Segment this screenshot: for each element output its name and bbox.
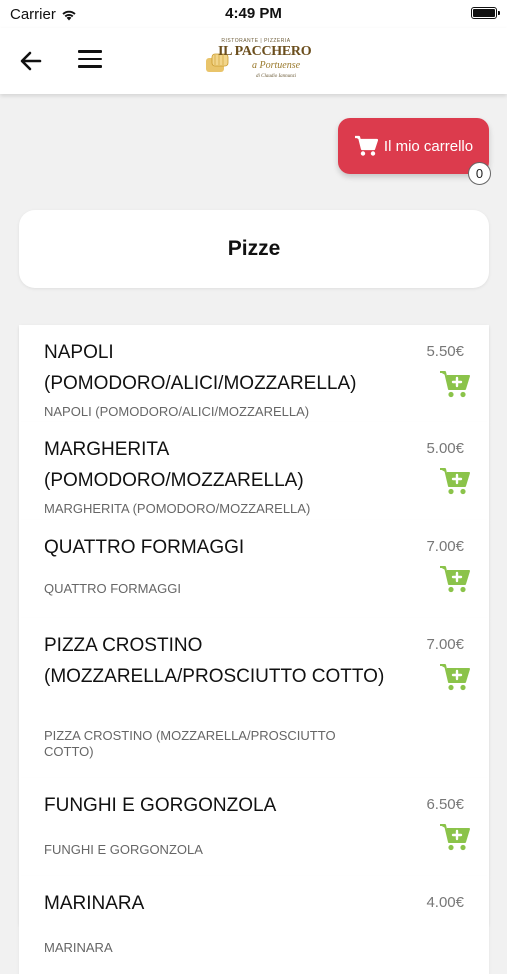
logo-by-text: di Claudio Iannunzi: [256, 74, 297, 79]
add-to-cart-icon[interactable]: [439, 466, 471, 496]
product-list: NAPOLI (POMODORO/ALICI/MOZZARELLA) 5.50€…: [19, 325, 489, 974]
product-description: QUATTRO FORMAGGI: [44, 581, 181, 596]
status-bar: Carrier 4:49 PM: [0, 0, 507, 28]
product-description: NAPOLI (POMODORO/ALICI/MOZZARELLA): [44, 404, 310, 419]
product-name: PIZZA CROSTINO (MOZZARELLA/PROSCIUTTO CO…: [44, 635, 385, 687]
product-price: 5.00€: [426, 440, 464, 457]
product-item: MARGHERITA (POMODORO/MOZZARELLA) 5.00€ M…: [19, 422, 489, 520]
add-to-cart-icon[interactable]: [439, 662, 471, 692]
product-description: FUNGHI E GORGONZOLA: [44, 842, 203, 857]
restaurant-logo: RISTORANTE | PIZZERIA IL PACCHERO a Port…: [204, 38, 312, 84]
add-to-cart-icon[interactable]: [439, 822, 471, 852]
product-price: 4.00€: [426, 894, 464, 911]
logo-sub-text: a Portuense: [252, 60, 301, 71]
product-item: FUNGHI E GORGONZOLA 6.50€ FUNGHI E GORGO…: [19, 778, 489, 876]
product-item: NAPOLI (POMODORO/ALICI/MOZZARELLA) 5.50€…: [19, 325, 489, 422]
product-name: FUNGHI E GORGONZOLA: [44, 795, 277, 816]
product-item: QUATTRO FORMAGGI 7.00€ QUATTRO FORMAGGI: [19, 520, 489, 618]
hamburger-icon: [78, 50, 102, 53]
add-to-cart-icon[interactable]: [439, 564, 471, 594]
product-price: 5.50€: [426, 343, 464, 360]
product-price: 7.00€: [426, 538, 464, 555]
cart-count-badge: 0: [468, 162, 491, 185]
back-button[interactable]: [18, 48, 44, 74]
my-cart-button[interactable]: Il mio carrello: [338, 118, 489, 174]
category-card: Pizze: [19, 210, 489, 288]
logo-main-text: IL PACCHERO: [218, 44, 312, 59]
add-to-cart-icon[interactable]: [439, 369, 471, 399]
product-item: MARINARA 4.00€ MARINARA: [19, 876, 489, 974]
product-name: MARGHERITA (POMODORO/MOZZARELLA): [44, 439, 304, 491]
product-description: MARGHERITA (POMODORO/MOZZARELLA): [44, 501, 311, 516]
category-title: Pizze: [227, 237, 281, 260]
cart-label: Il mio carrello: [383, 137, 474, 155]
arrow-left-icon: [20, 51, 42, 71]
product-name: MARINARA: [44, 893, 145, 914]
menu-button[interactable]: [78, 50, 102, 70]
battery-icon: [471, 7, 500, 19]
status-time: 4:49 PM: [225, 5, 282, 22]
product-description: MARINARA: [44, 940, 113, 955]
product-item: PIZZA CROSTINO (MOZZARELLA/PROSCIUTTO CO…: [19, 618, 489, 778]
app-header: RISTORANTE | PIZZERIA IL PACCHERO a Port…: [0, 28, 507, 94]
product-name: NAPOLI (POMODORO/ALICI/MOZZARELLA): [44, 342, 357, 394]
product-price: 6.50€: [426, 796, 464, 813]
shopping-cart-icon: [354, 135, 378, 156]
product-price: 7.00€: [426, 636, 464, 653]
product-description: PIZZA CROSTINO (MOZZARELLA/PROSCIUTTO CO…: [44, 728, 336, 759]
product-name: QUATTRO FORMAGGI: [44, 537, 245, 558]
